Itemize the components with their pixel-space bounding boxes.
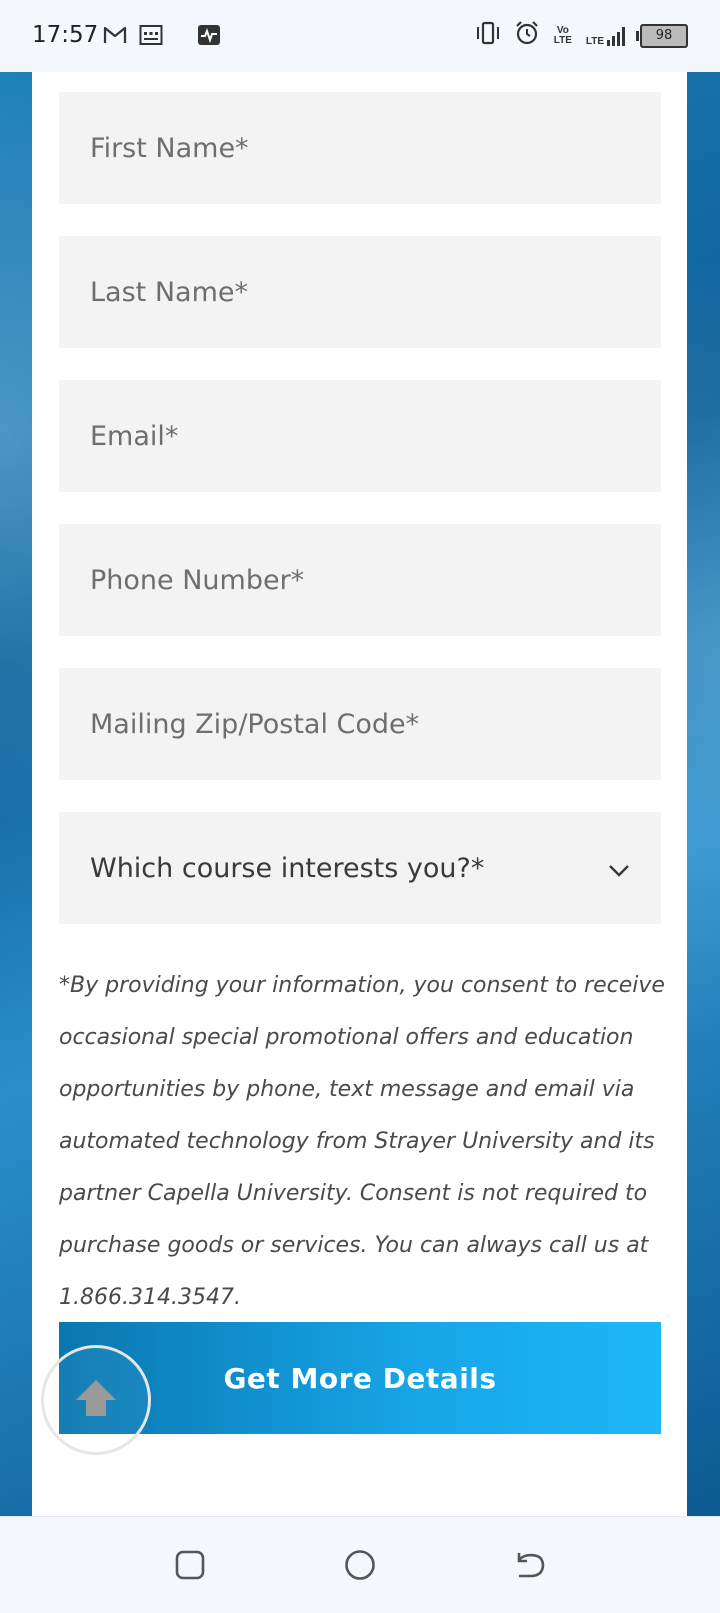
email-input[interactable] [90, 420, 630, 452]
home-icon[interactable] [340, 1545, 380, 1585]
lte-label: LTE [585, 35, 604, 47]
battery-icon: 98 [636, 23, 688, 48]
calendar-icon [139, 24, 163, 51]
consent-text: *By providing your information, you cons… [59, 973, 665, 1310]
last-name-input[interactable] [90, 276, 630, 308]
volte-icon: Vo LTE [553, 24, 572, 46]
alarm-icon [514, 20, 540, 51]
status-bar: 17:57 Vo LTE LTE 98 [0, 0, 720, 72]
get-more-details-button[interactable]: Get More Details [59, 1322, 661, 1434]
zip-field[interactable] [59, 668, 661, 780]
scroll-to-top-button[interactable] [41, 1345, 151, 1455]
phone-field[interactable] [59, 524, 661, 636]
navigation-bar [0, 1516, 720, 1613]
last-name-field[interactable] [59, 236, 661, 348]
email-field[interactable] [59, 380, 661, 492]
zip-input[interactable] [90, 708, 630, 740]
phone-input[interactable] [90, 564, 630, 596]
status-time: 17:57 [32, 22, 99, 48]
course-select[interactable]: Which course interests you?* [59, 812, 661, 924]
first-name-field[interactable] [59, 92, 661, 204]
chevron-down-icon [608, 857, 630, 879]
first-name-input[interactable] [90, 132, 630, 164]
status-left-icons [103, 24, 221, 51]
vibrate-icon [474, 21, 502, 50]
status-right-icons: Vo LTE LTE 98 [474, 20, 688, 51]
arrow-up-icon [74, 1378, 118, 1423]
course-select-label: Which course interests you?* [90, 852, 485, 884]
lte-signal-icon: LTE [586, 25, 628, 47]
gmail-icon [103, 25, 127, 50]
activity-icon [197, 24, 221, 51]
recent-apps-icon[interactable] [170, 1545, 210, 1585]
back-icon[interactable] [510, 1545, 550, 1585]
